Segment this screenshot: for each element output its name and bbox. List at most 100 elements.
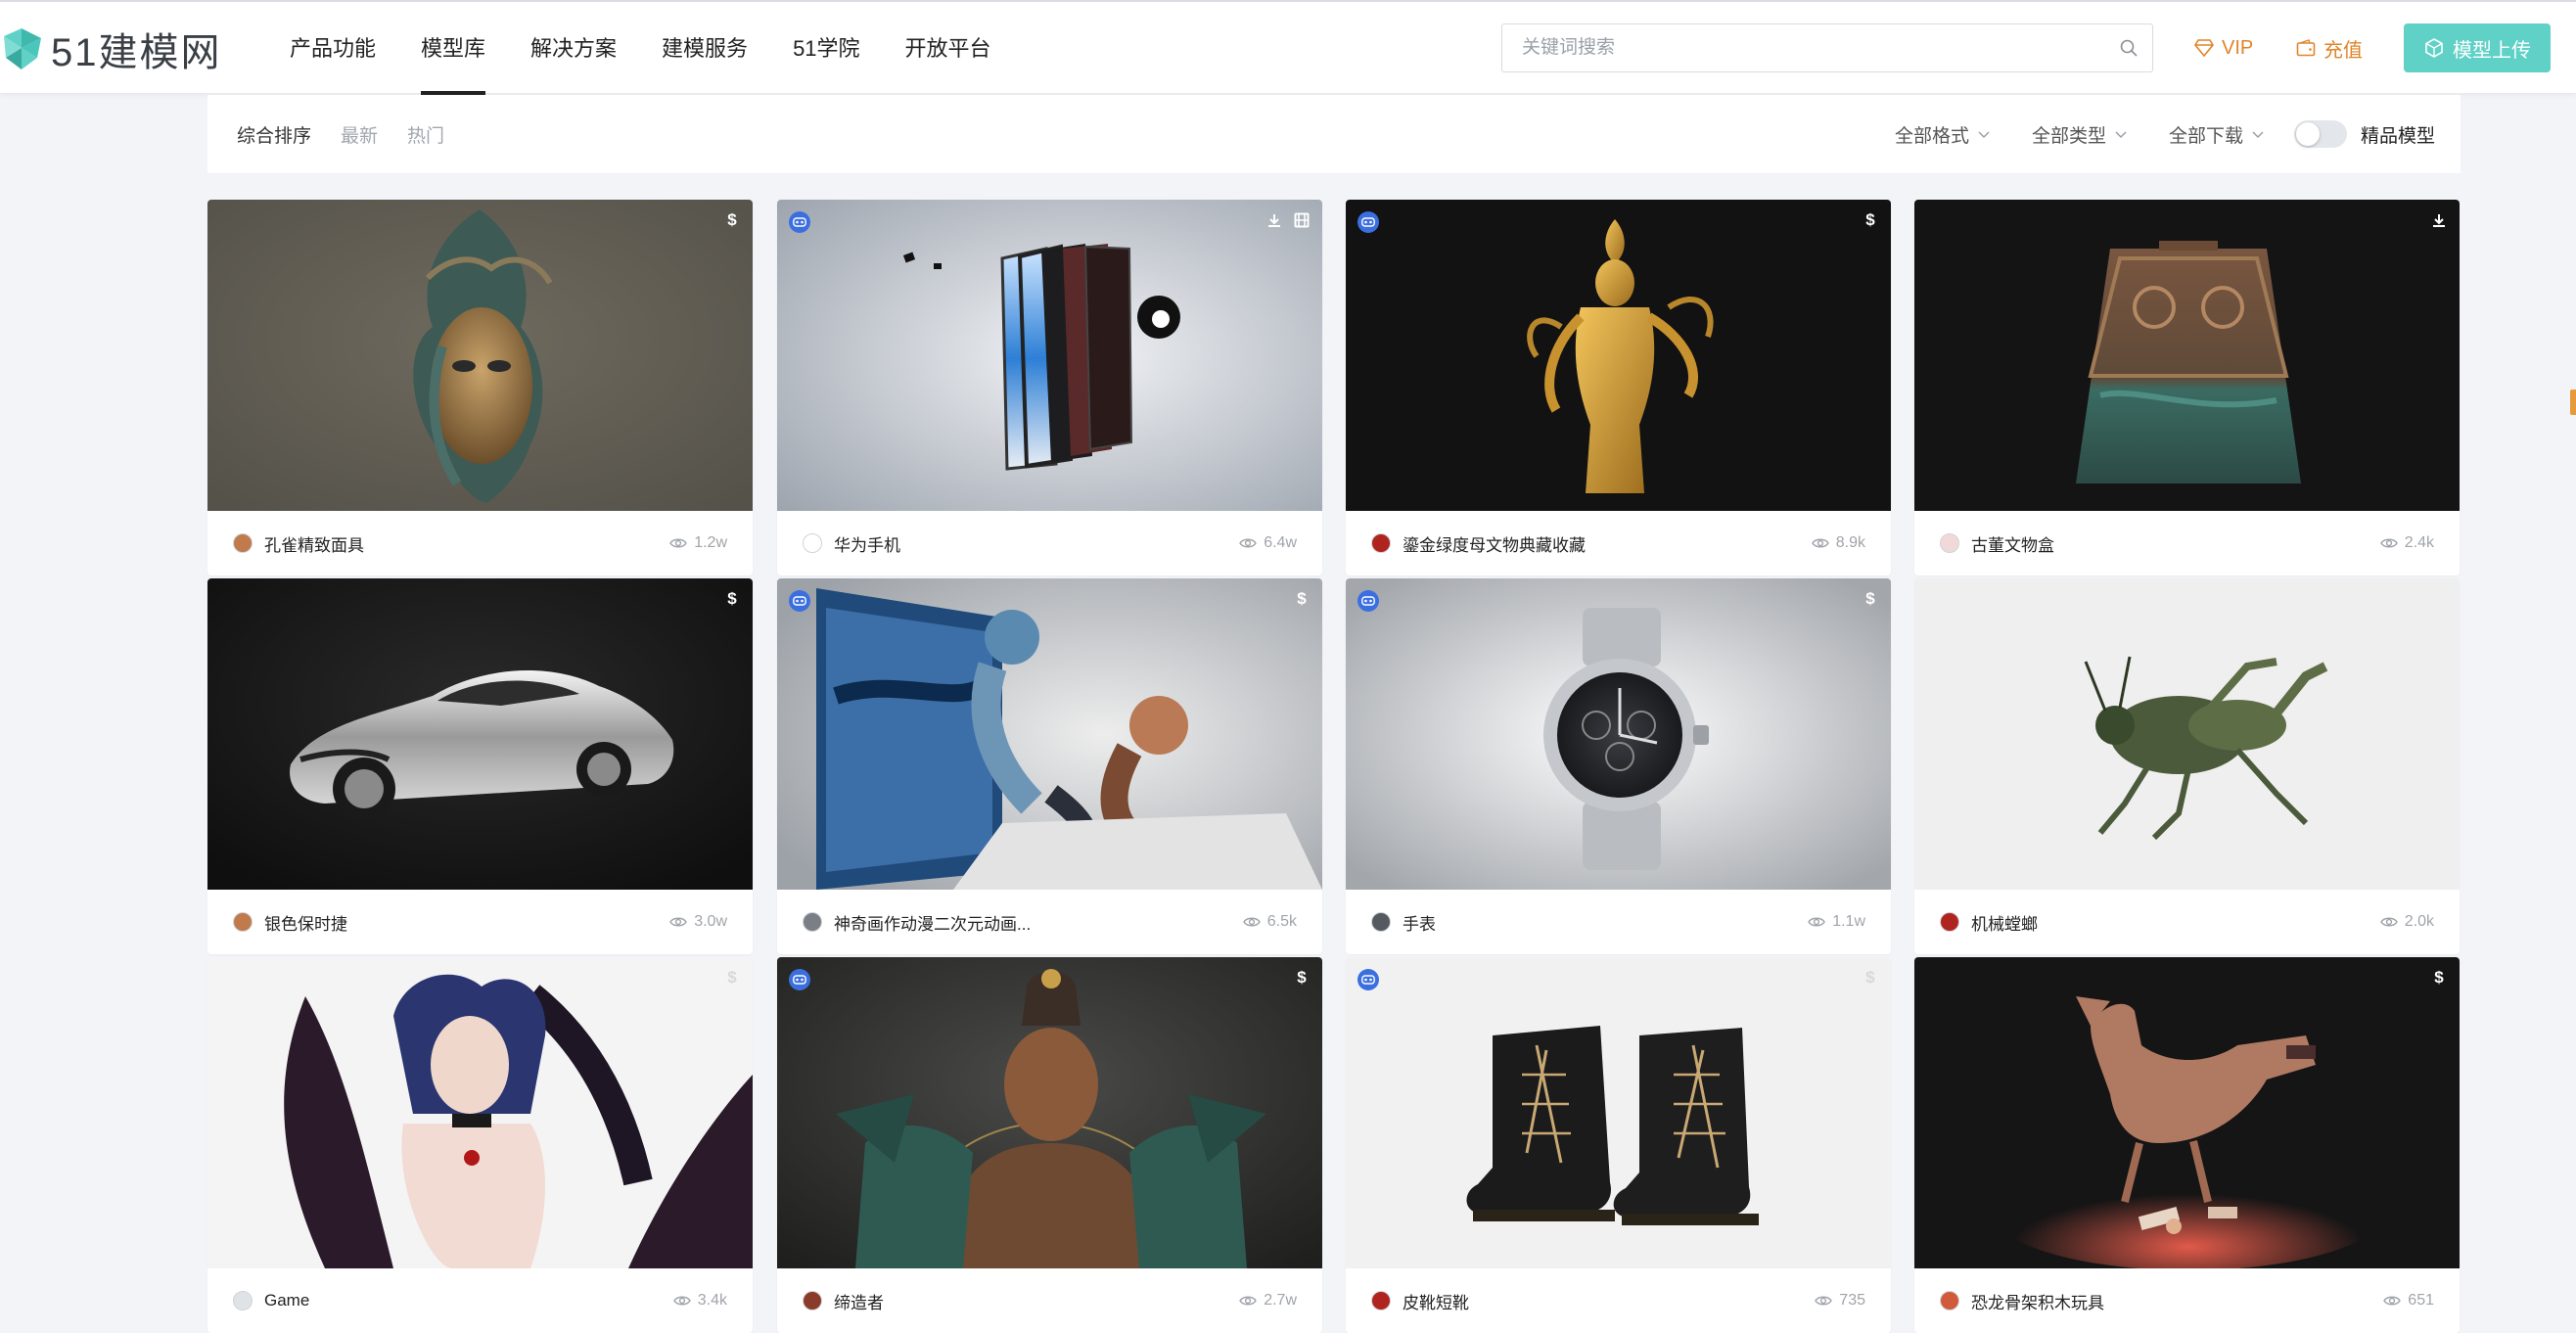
view-count-value: 1.2w <box>694 534 727 551</box>
eye-icon <box>2379 538 2398 548</box>
model-thumbnail[interactable]: $ <box>207 957 753 1268</box>
author-avatar[interactable] <box>1371 1291 1391 1310</box>
model-title[interactable]: 恐龙骨架积木玩具 <box>1971 1289 2383 1313</box>
card-badges: $ <box>1283 588 1311 610</box>
eye-icon <box>669 917 688 927</box>
download-filter-dropdown[interactable]: 全部下载 <box>2169 121 2265 148</box>
model-card[interactable]: $ 缔造者 2.7w <box>777 957 1322 1333</box>
model-title[interactable]: 银色保时捷 <box>264 910 669 935</box>
model-thumbnail[interactable]: $ <box>1914 957 2460 1268</box>
eye-icon <box>672 1296 691 1306</box>
nav-item-product[interactable]: 产品功能 <box>290 2 376 95</box>
nav-item-solutions[interactable]: 解决方案 <box>530 2 617 95</box>
view-count: 651 <box>2383 1292 2434 1310</box>
nav-item-model-library[interactable]: 模型库 <box>421 2 486 95</box>
model-thumbnail[interactable]: $ <box>777 578 1322 890</box>
vr-view-icon <box>789 969 810 990</box>
vip-label: VIP <box>2222 36 2254 59</box>
model-card[interactable]: $ 皮靴短靴 735 <box>1346 957 1891 1333</box>
card-badges <box>2420 209 2448 231</box>
nav-item-open-platform[interactable]: 开放平台 <box>905 2 991 95</box>
model-title[interactable]: 缔造者 <box>834 1289 1239 1313</box>
eye-icon <box>2379 917 2398 927</box>
model-title[interactable]: 神奇画作动漫二次元动画... <box>834 910 1243 935</box>
model-title[interactable]: 鎏金绿度母文物典藏收藏 <box>1403 531 1812 556</box>
view-count-value: 651 <box>2408 1292 2434 1309</box>
model-title[interactable]: 手表 <box>1403 910 1808 935</box>
model-card[interactable]: $ 恐龙骨架积木玩具 651 <box>1914 957 2460 1333</box>
author-avatar[interactable] <box>233 912 253 932</box>
premium-toggle[interactable] <box>2293 120 2347 148</box>
model-card[interactable]: 机械螳螂 2.0k <box>1914 578 2460 954</box>
model-thumbnail[interactable]: $ <box>1346 957 1891 1268</box>
model-meta: 华为手机 6.4w <box>777 511 1322 575</box>
view-count: 2.7w <box>1239 1292 1297 1310</box>
author-avatar[interactable] <box>803 912 822 932</box>
nav-item-modeling-service[interactable]: 建模服务 <box>662 2 748 95</box>
nav-item-academy[interactable]: 51学院 <box>793 2 859 95</box>
model-preview-image <box>777 200 1322 511</box>
view-count: 1.2w <box>669 534 727 552</box>
download-icon <box>1265 209 1283 231</box>
recharge-button[interactable]: 充值 <box>2296 23 2363 72</box>
model-card[interactable]: $ 鎏金绿度母文物典藏收藏 8.9k <box>1346 200 1891 575</box>
model-card[interactable]: $ 手表 1.1w <box>1346 578 1891 954</box>
search-icon[interactable] <box>2105 24 2152 71</box>
paid-icon: $ <box>2434 968 2444 987</box>
model-card[interactable]: 古董文物盒 2.4k <box>1914 200 2460 575</box>
model-title[interactable]: 古董文物盒 <box>1971 531 2380 556</box>
author-avatar[interactable] <box>1940 533 1959 553</box>
model-title[interactable]: 机械螳螂 <box>1971 910 2380 935</box>
model-thumbnail[interactable]: $ <box>207 200 753 511</box>
side-float-tab[interactable] <box>2570 390 2576 415</box>
model-thumbnail[interactable] <box>1914 578 2460 890</box>
author-avatar[interactable] <box>1371 533 1391 553</box>
author-avatar[interactable] <box>1371 912 1391 932</box>
model-thumbnail[interactable]: $ <box>1346 578 1891 890</box>
upload-model-button[interactable]: 模型上传 <box>2404 23 2551 72</box>
sort-comprehensive[interactable]: 综合排序 <box>237 121 311 148</box>
model-preview-image <box>777 957 1322 1268</box>
model-thumbnail[interactable]: $ <box>207 578 753 890</box>
format-filter-dropdown[interactable]: 全部格式 <box>1895 121 1991 148</box>
author-avatar[interactable] <box>1940 1291 1959 1310</box>
author-avatar[interactable] <box>233 533 253 553</box>
card-badges: $ <box>2420 967 2448 988</box>
wallet-icon <box>2296 39 2316 57</box>
model-thumbnail[interactable] <box>777 200 1322 511</box>
search-input[interactable] <box>1502 24 2105 71</box>
author-avatar[interactable] <box>233 1291 253 1310</box>
model-meta: 皮靴短靴 735 <box>1346 1268 1891 1333</box>
model-card[interactable]: 华为手机 6.4w <box>777 200 1322 575</box>
model-card[interactable]: $ Game 3.4k <box>207 957 753 1333</box>
model-thumbnail[interactable]: $ <box>777 957 1322 1268</box>
sort-hot[interactable]: 热门 <box>407 121 444 148</box>
vip-button[interactable]: VIP <box>2194 23 2253 72</box>
paid-icon: $ <box>727 589 737 608</box>
sort-latest[interactable]: 最新 <box>341 121 378 148</box>
model-thumbnail[interactable]: $ <box>1346 200 1891 511</box>
eye-icon <box>2383 1296 2402 1306</box>
view-count: 2.4k <box>2379 534 2434 552</box>
model-title[interactable]: 华为手机 <box>834 531 1239 556</box>
upload-label: 模型上传 <box>2453 39 2531 62</box>
model-preview-image <box>1914 578 2460 890</box>
model-title[interactable]: Game <box>264 1291 673 1310</box>
author-avatar[interactable] <box>1940 912 1959 932</box>
model-thumbnail[interactable] <box>1914 200 2460 511</box>
download-filter-label: 全部下载 <box>2168 125 2243 147</box>
model-card[interactable]: $ 孔雀精致面具 1.2w <box>207 200 753 575</box>
model-card[interactable]: $ 银色保时捷 3.0w <box>207 578 753 954</box>
model-title[interactable]: 皮靴短靴 <box>1403 1289 1815 1313</box>
author-avatar[interactable] <box>803 533 822 553</box>
model-title[interactable]: 孔雀精致面具 <box>264 531 669 556</box>
logo[interactable]: 51建模网 <box>0 23 222 74</box>
view-count-value: 8.9k <box>1835 534 1865 551</box>
author-avatar[interactable] <box>803 1291 822 1310</box>
model-card[interactable]: $ 神奇画作动漫二次元动画... 6.5k <box>777 578 1322 954</box>
view-count: 8.9k <box>1811 534 1865 552</box>
paid-icon: $ <box>727 968 737 987</box>
diamond-icon <box>2194 39 2214 57</box>
type-filter-dropdown[interactable]: 全部类型 <box>2032 121 2128 148</box>
type-filter-label: 全部类型 <box>2031 125 2106 147</box>
